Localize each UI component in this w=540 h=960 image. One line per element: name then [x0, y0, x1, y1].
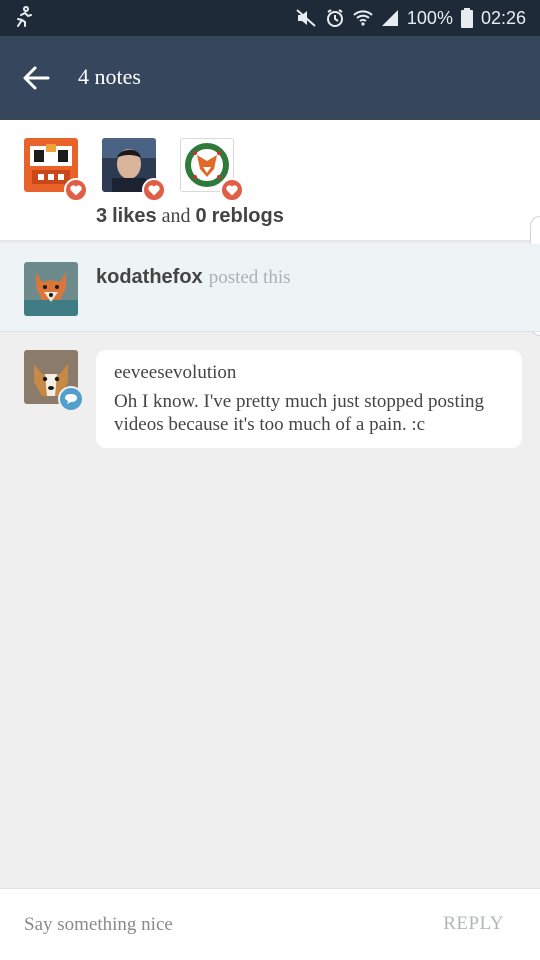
poster-username[interactable]: kodathefox — [96, 266, 203, 288]
battery-percent: 100% — [406, 7, 453, 28]
status-bar: 100% 02:26 — [0, 0, 540, 36]
clock: 02:26 — [480, 7, 526, 28]
heart-icon — [220, 178, 244, 202]
liker-avatar-1[interactable] — [24, 138, 88, 202]
reblogs-word: reblogs — [211, 205, 284, 227]
poster-line: kodathefox posted this — [96, 266, 291, 289]
likes-panel: 3 likes and 0 reblogs — [0, 120, 540, 336]
and-word: and — [161, 205, 191, 227]
reblogs-count: 0 — [195, 205, 207, 227]
wifi-icon — [353, 9, 373, 27]
reply-button[interactable]: REPLY — [443, 913, 504, 935]
heart-icon — [64, 178, 88, 202]
mute-icon — [295, 8, 317, 28]
posted-action-text: posted this — [208, 267, 291, 288]
avatar-fox[interactable] — [24, 262, 78, 316]
reply-input[interactable] — [24, 909, 384, 941]
app-bar: 4 notes — [0, 36, 540, 120]
likes-count: 3 — [96, 205, 108, 227]
runner-icon — [12, 6, 34, 28]
liker-avatar-2[interactable] — [102, 138, 166, 202]
signal-icon — [381, 9, 399, 27]
liker-avatar-3[interactable] — [180, 138, 244, 202]
battery-icon — [460, 8, 473, 28]
reply-composer: REPLY — [0, 888, 540, 960]
page-title: 4 notes — [78, 64, 141, 89]
alarm-icon — [325, 8, 345, 28]
chat-bubble-icon — [58, 386, 84, 412]
original-post-row[interactable]: kodathefox posted this — [0, 244, 540, 332]
reply-bubble: eeveesevolution Oh I know. I've pretty m… — [96, 350, 522, 448]
likes-word: likes — [112, 205, 157, 227]
reply-username[interactable]: eeveesevolution — [114, 362, 504, 384]
reply-text: Oh I know. I've pretty much just stopped… — [114, 391, 485, 435]
back-arrow-icon[interactable] — [20, 62, 52, 94]
notes-counts: 3 likes and 0 reblogs — [96, 205, 284, 228]
heart-icon — [142, 178, 166, 202]
